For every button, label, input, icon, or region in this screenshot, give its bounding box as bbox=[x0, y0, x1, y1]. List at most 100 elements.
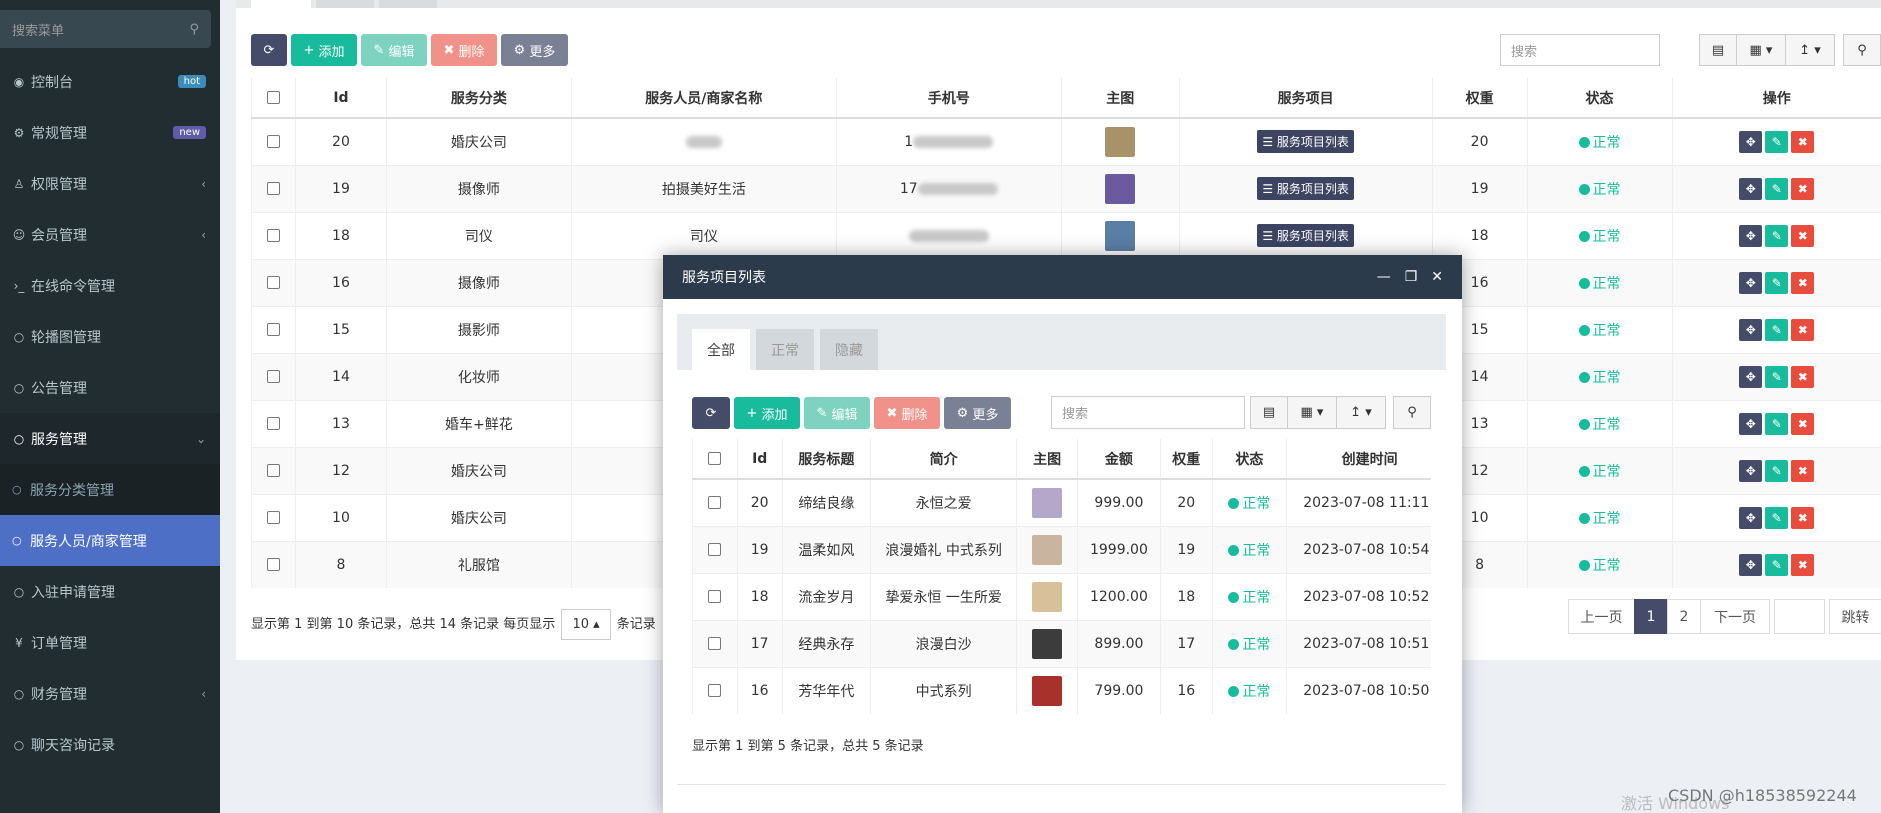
row-checkbox[interactable] bbox=[266, 417, 280, 430]
sidebar-item-9[interactable]: ○ 服务人员/商家管理 bbox=[0, 515, 220, 566]
move-button[interactable]: ✥ bbox=[1739, 412, 1763, 435]
maximize-icon[interactable]: ❐ bbox=[1405, 269, 1418, 285]
col-amount[interactable]: 金额 bbox=[1077, 439, 1161, 480]
delete-row-button[interactable]: ✖ bbox=[1791, 224, 1815, 247]
edit-row-button[interactable]: ✎ bbox=[1765, 553, 1789, 576]
col-image[interactable]: 主图 bbox=[1060, 78, 1180, 119]
delete-button[interactable]: ✖ 删除 bbox=[431, 34, 497, 66]
col-intro[interactable]: 简介 bbox=[870, 439, 1017, 480]
col-status[interactable]: 状态 bbox=[1211, 439, 1287, 480]
minimize-icon[interactable]: — bbox=[1377, 269, 1391, 285]
sidebar-item-1[interactable]: ⚙ 常规管理 new bbox=[0, 107, 220, 158]
row-checkbox[interactable] bbox=[266, 135, 280, 149]
move-button[interactable]: ✥ bbox=[1739, 177, 1763, 200]
col-id[interactable]: Id bbox=[736, 439, 783, 480]
page-size-select[interactable]: 10 ▴ bbox=[561, 609, 611, 640]
move-button[interactable]: ✥ bbox=[1739, 365, 1763, 388]
col-status[interactable]: 状态 bbox=[1526, 78, 1672, 119]
row-checkbox[interactable] bbox=[708, 684, 722, 698]
col-id[interactable]: Id bbox=[294, 78, 387, 119]
edit-row-button[interactable]: ✎ bbox=[1765, 177, 1789, 200]
sidebar-item-11[interactable]: ¥ 订单管理 bbox=[0, 617, 220, 668]
row-checkbox[interactable] bbox=[708, 496, 722, 510]
prev-page-button[interactable]: 上一页 bbox=[1568, 599, 1635, 634]
table-row[interactable]: 19 温柔如风 浪漫婚礼 中式系列 1999.00 19 正常 2023-07-… bbox=[692, 525, 1431, 573]
table-row[interactable]: 19 摄像师 拍摄美好生活 17 ☰ 服务项目列表 19 正常 ✥ ✎ ✖ bbox=[251, 164, 1881, 212]
delete-row-button[interactable]: ✖ bbox=[1791, 553, 1815, 576]
modal-delete-button[interactable]: ✖ 删除 bbox=[874, 397, 940, 429]
row-checkbox[interactable] bbox=[266, 370, 280, 383]
close-icon[interactable]: ✕ bbox=[1431, 269, 1443, 285]
modal-more-button[interactable]: ⚙ 更多 bbox=[944, 397, 1011, 429]
move-button[interactable]: ✥ bbox=[1739, 459, 1763, 482]
sidebar-item-12[interactable]: ○ 财务管理 ‹ bbox=[0, 668, 220, 719]
jump-button[interactable]: 跳转 bbox=[1829, 599, 1881, 634]
row-checkbox[interactable] bbox=[266, 464, 280, 477]
page-tab[interactable] bbox=[379, 0, 437, 8]
col-category[interactable]: 服务分类 bbox=[385, 78, 572, 119]
next-page-button[interactable]: 下一页 bbox=[1700, 599, 1770, 634]
table-row[interactable]: 20 婚庆公司 1 ☰ 服务项目列表 20 正常 ✥ ✎ ✖ bbox=[251, 117, 1881, 165]
service-list-button[interactable]: ☰ 服务项目列表 bbox=[1257, 224, 1354, 247]
sidebar-item-8[interactable]: ○ 服务分类管理 bbox=[0, 464, 220, 515]
row-checkbox[interactable] bbox=[266, 558, 280, 572]
move-button[interactable]: ✥ bbox=[1739, 318, 1763, 341]
columns-button[interactable]: ▦ ▾ bbox=[1736, 34, 1786, 66]
move-button[interactable]: ✥ bbox=[1739, 224, 1763, 247]
edit-button[interactable]: ✎ 编辑 bbox=[361, 34, 427, 66]
page-tab[interactable] bbox=[251, 0, 311, 8]
menu-search-input[interactable]: 搜索菜单 ⚲ bbox=[0, 10, 211, 48]
delete-row-button[interactable]: ✖ bbox=[1791, 365, 1815, 388]
edit-row-button[interactable]: ✎ bbox=[1765, 365, 1789, 388]
col-created[interactable]: 创建时间 bbox=[1286, 439, 1431, 480]
col-weight[interactable]: 权重 bbox=[1431, 78, 1528, 119]
modal-edit-button[interactable]: ✎ 编辑 bbox=[804, 397, 870, 429]
item-image-thumb[interactable] bbox=[1032, 628, 1063, 659]
page-1-button[interactable]: 1 bbox=[1634, 599, 1668, 634]
item-image-thumb[interactable] bbox=[1032, 581, 1063, 612]
modal-refresh-button[interactable]: ⟳ bbox=[692, 397, 730, 429]
sidebar-item-0[interactable]: ◉ 控制台 hot bbox=[0, 56, 220, 107]
move-button[interactable]: ✥ bbox=[1739, 553, 1763, 576]
edit-row-button[interactable]: ✎ bbox=[1765, 130, 1789, 153]
main-image-thumb[interactable] bbox=[1105, 220, 1136, 251]
table-row[interactable]: 17 经典永存 浪漫白沙 899.00 17 正常 2023-07-08 10:… bbox=[692, 619, 1431, 667]
add-button[interactable]: + 添加 bbox=[291, 34, 357, 66]
delete-row-button[interactable]: ✖ bbox=[1791, 318, 1815, 341]
edit-row-button[interactable]: ✎ bbox=[1765, 459, 1789, 482]
modal-toggle-view-button[interactable]: ▤ bbox=[1250, 396, 1288, 429]
sidebar-item-7[interactable]: ○ 服务管理 ⌄ bbox=[0, 413, 220, 464]
edit-row-button[interactable]: ✎ bbox=[1765, 271, 1789, 294]
col-title[interactable]: 服务标题 bbox=[781, 439, 871, 480]
search-button[interactable]: ⚲ bbox=[1843, 34, 1881, 66]
row-checkbox[interactable] bbox=[266, 511, 280, 524]
modal-search-button[interactable]: ⚲ bbox=[1393, 396, 1431, 429]
modal-columns-button[interactable]: ▦ ▾ bbox=[1287, 396, 1337, 429]
select-all-checkbox[interactable] bbox=[708, 452, 722, 465]
row-checkbox[interactable] bbox=[708, 637, 722, 650]
table-row[interactable]: 16 芳华年代 中式系列 799.00 16 正常 2023-07-08 10:… bbox=[692, 666, 1431, 714]
sidebar-item-4[interactable]: ›_ 在线命令管理 bbox=[0, 260, 220, 311]
sidebar-item-5[interactable]: ○ 轮播图管理 bbox=[0, 311, 220, 362]
page-tab[interactable] bbox=[316, 0, 374, 8]
move-button[interactable]: ✥ bbox=[1739, 130, 1763, 153]
row-checkbox[interactable] bbox=[266, 323, 280, 336]
table-search-input[interactable]: 搜索 bbox=[1500, 34, 1660, 66]
edit-row-button[interactable]: ✎ bbox=[1765, 412, 1789, 435]
delete-row-button[interactable]: ✖ bbox=[1791, 130, 1815, 153]
tab-hidden[interactable]: 隐藏 bbox=[820, 329, 878, 370]
sidebar-item-6[interactable]: ○ 公告管理 bbox=[0, 362, 220, 413]
col-services[interactable]: 服务项目 bbox=[1178, 78, 1433, 119]
move-button[interactable]: ✥ bbox=[1739, 271, 1763, 294]
main-image-thumb[interactable] bbox=[1105, 126, 1136, 157]
sidebar-item-10[interactable]: ○ 入驻申请管理 bbox=[0, 566, 220, 617]
export-button[interactable]: ↥ ▾ bbox=[1785, 34, 1835, 66]
col-weight[interactable]: 权重 bbox=[1159, 439, 1213, 480]
tab-all[interactable]: 全部 bbox=[692, 329, 750, 370]
service-list-button[interactable]: ☰ 服务项目列表 bbox=[1257, 177, 1354, 200]
table-row[interactable]: 18 司仪 司仪 ☰ 服务项目列表 18 正常 ✥ ✎ ✖ bbox=[251, 211, 1881, 259]
modal-add-button[interactable]: + 添加 bbox=[734, 397, 800, 429]
col-name[interactable]: 服务人员/商家名称 bbox=[570, 78, 837, 119]
more-button[interactable]: ⚙ 更多 bbox=[501, 34, 568, 66]
table-row[interactable]: 18 流金岁月 挚爱永恒 一生所爱 1200.00 18 正常 2023-07-… bbox=[692, 572, 1431, 620]
